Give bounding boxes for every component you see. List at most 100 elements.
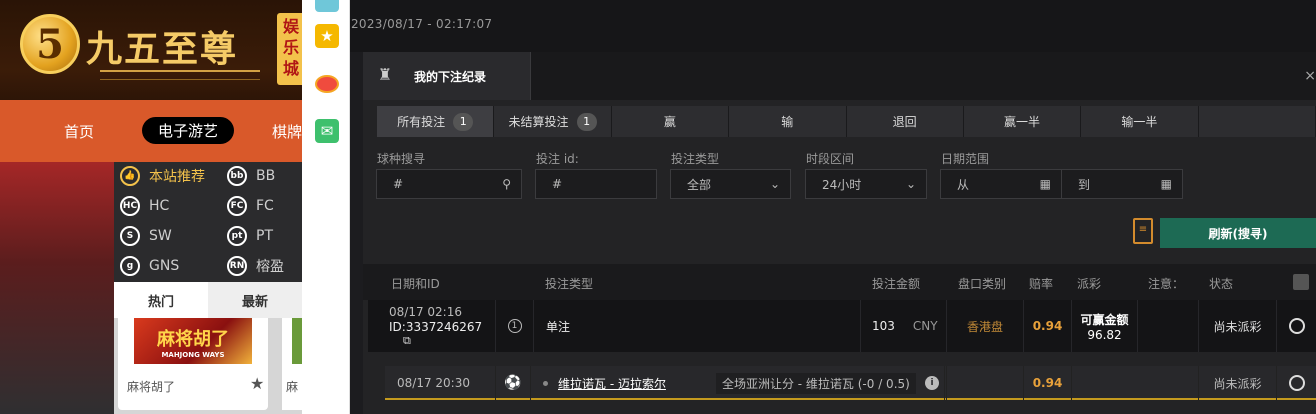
provider-recommended[interactable]: 👍 本站推荐 [120,166,205,186]
weibo-icon[interactable] [315,72,339,96]
copy-icon[interactable]: ⧉ [389,334,482,348]
tab-unsettled[interactable]: 未结算投注 1 [494,106,612,137]
user-info-icon[interactable]: i [925,376,939,390]
count-badge: 1 [576,112,597,131]
match-name[interactable]: 维拉诺瓦 - 迈拉索尔 [558,375,666,392]
col-market: 盘口类别 [958,277,1007,291]
leg-status: 尚未派彩 [1213,376,1262,391]
match-cell: 维拉诺瓦 - 迈拉索尔 全场亚洲让分 - 维拉诺瓦 (-0 / 0.5) [531,366,945,400]
thumbs-up-icon: 👍 [120,166,140,186]
amount-cell: 103 CNY [861,300,947,352]
bet-currency: CNY [912,319,938,333]
close-icon[interactable]: × [1304,68,1316,84]
sport-search-value: # [393,177,404,191]
provider-label: PT [256,228,273,244]
provider-bb[interactable]: bb BB [227,166,275,186]
clipboard-icon[interactable]: ≡ [1133,218,1153,244]
calendar-icon[interactable]: ▦ [1040,177,1051,191]
tab-new[interactable]: 最新 [208,282,302,318]
sport-search-input[interactable]: # ⚲ [376,169,522,199]
refresh-search-button[interactable]: 刷新(搜寻) [1160,218,1316,248]
period-value: 24小时 [822,177,862,192]
tab-bet-history[interactable]: ♜ 我的下注纪录 [363,52,531,100]
panel-topbar: 2023/08/17 - 02:17:07 [350,0,1316,52]
mail-icon[interactable]: ✉ [315,119,339,143]
period-label: 时段区间 [806,152,855,166]
game-card[interactable]: 麻将胡了 MAHJONG WAYS 麻将胡了 ★ [118,318,268,410]
tab-all-bets[interactable]: 所有投注 1 [377,106,495,137]
provider-rongying[interactable]: RN 榕盈 [227,256,284,276]
chevron-down-icon: ⌄ [905,177,916,191]
timer-cell [1277,300,1316,352]
provider-fc[interactable]: FC FC [227,196,274,216]
col-notes: 注意： [1148,277,1185,291]
tab-label: 所有投注 [397,115,446,129]
game-thumbnail[interactable]: 麻将胡了 MAHJONG WAYS [134,318,252,364]
bet-leg-row[interactable]: 08/17 20:30 ⚽ 维拉诺瓦 - 迈拉索尔 全场亚洲让分 - 维拉诺瓦 … [385,366,1316,400]
nav-home[interactable]: 首页 [64,121,94,142]
nav-slots[interactable]: 电子游艺 [142,117,235,144]
col-status: 状态 [1209,277,1234,291]
tab-extra[interactable] [1198,106,1316,137]
odds-cell: 0.94 [1024,300,1072,352]
favorite-star-icon[interactable]: ★ [250,374,264,393]
background-art [0,162,114,414]
date-from-value: 从 [957,177,970,192]
bet-id-prefix: ID: [389,319,406,334]
clock-icon[interactable] [1288,375,1305,391]
logo-emblem[interactable]: 5 [20,14,80,74]
bet-status: 尚未派彩 [1213,319,1262,334]
leg-count-icon[interactable]: 1 [507,319,522,333]
market-cell [947,366,1024,400]
period-select[interactable]: 24小时 ⌄ [805,169,927,199]
share-top-icon[interactable] [315,0,339,12]
bet-type-select[interactable]: 全部 ⌄ [670,169,791,199]
hc-icon: HC [120,196,140,216]
provider-pt[interactable]: pt PT [227,226,273,246]
leg-time: 08/17 20:30 [397,376,470,390]
date-from-input[interactable]: 从 ▦ [940,169,1062,199]
game-name: 麻 [286,380,299,394]
bet-type: 单注 [546,319,571,334]
tab-half-lost[interactable]: 输一半 [1081,106,1199,137]
info-cell: i [918,366,947,400]
modal-header: ♜ 我的下注纪录 × [363,52,1316,100]
bet-type-value: 全部 [687,177,712,192]
provider-sw[interactable]: S SW [120,226,172,246]
clock-icon[interactable] [1288,318,1305,334]
provider-hc[interactable]: HC HC [120,196,169,216]
selection-detail: 全场亚洲让分 - 维拉诺瓦 (-0 / 0.5) [715,372,916,394]
bet-id: ID:3337246267 [389,320,482,334]
bet-amount: 103 [872,319,895,333]
provider-label: SW [149,228,172,244]
calendar-icon[interactable]: ▦ [1161,177,1172,191]
tab-refund[interactable]: 退回 [846,106,964,137]
tab-lost[interactable]: 输 [729,106,847,137]
casino-site: 5 九五至尊 娱乐城 首页 电子游艺 棋牌 👍 本站推荐 bb BB HC HC FC… [0,0,302,414]
date-to-input[interactable]: 到 ▦ [1061,169,1183,199]
col-bet-type: 投注类型 [545,277,594,291]
sw-icon: S [120,226,140,246]
tab-half-won[interactable]: 赢一半 [963,106,1082,137]
provider-gns[interactable]: g GNS [120,256,179,276]
table-row[interactable]: 08/17 02:16 ID:3337246267 ⧉ 1 单注 103 CNY… [368,300,1316,352]
sport-cell: ⚽ [496,366,531,400]
provider-label: FC [256,198,274,214]
tab-hot[interactable]: 热门 [114,282,208,318]
bet-id-value: 3337246267 [405,319,483,334]
table-header: 日期和ID 投注类型 投注金额 盘口类别 赔率 派彩 注意： 状态 [363,264,1316,300]
bullet-icon [543,380,548,386]
share-sidebar: ★ ✉ [302,0,350,414]
nav-cards[interactable]: 棋牌 [272,121,302,142]
date-range-label: 日期范围 [941,152,990,166]
search-icon[interactable]: ⚲ [502,177,511,191]
bet-id-input[interactable]: # [535,169,657,199]
provider-label: BB [256,168,276,184]
game-card[interactable]: 麻 [282,318,302,410]
favorite-star-icon[interactable]: ★ [315,24,339,48]
game-thumbnail[interactable] [292,318,302,364]
tab-won[interactable]: 赢 [611,106,730,137]
bet-type-cell: 单注 [534,300,861,352]
column-toggle-icon[interactable] [1293,274,1309,290]
bet-date: 08/17 02:16 [389,304,462,319]
